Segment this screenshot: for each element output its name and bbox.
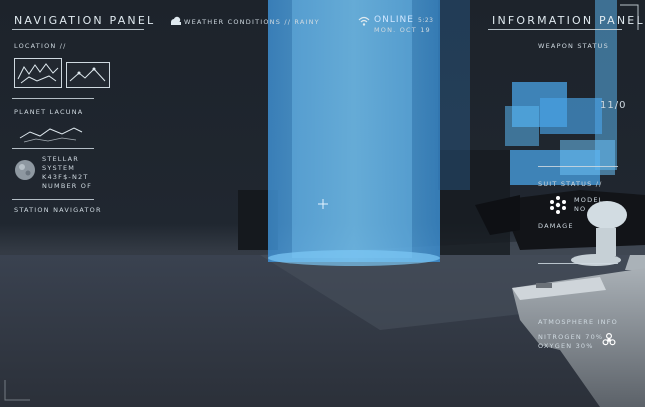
suit-divider (538, 263, 618, 264)
damage-label: DAMAGE (538, 222, 574, 230)
location-map-thumbnail[interactable] (14, 58, 62, 88)
clock-date: MON. OCT 19 (374, 26, 431, 34)
holo-panel-2 (540, 98, 602, 134)
wifi-icon (358, 16, 370, 26)
ammo-count: 11/0 (600, 100, 627, 111)
robot-head (587, 201, 627, 229)
crosshair-icon (318, 199, 328, 209)
weapon-divider (538, 166, 618, 167)
hologram-base (268, 250, 440, 266)
robot-neck (596, 228, 616, 256)
system-line-1: STELLAR (42, 155, 79, 163)
weather-conditions: WEATHER CONDITIONS // RAINY (184, 18, 320, 26)
location-label: LOCATION // (14, 42, 67, 50)
information-panel-title: INFORMATION PANEL (492, 14, 645, 27)
hologram-core (292, 0, 412, 258)
system-line-3: K43F$-N2T (42, 173, 89, 181)
location-divider (12, 98, 94, 99)
suit-model-icon (550, 196, 566, 214)
map-icon (17, 63, 59, 84)
online-status: ONLINE (374, 15, 414, 25)
oxygen-level: OXYGEN 30% (538, 342, 594, 350)
game-viewport: NAVIGATION PANEL LOCATION // PLANET LACU… (0, 0, 645, 407)
system-line-4: NUMBER OF (42, 182, 93, 190)
location-graph-thumbnail[interactable] (66, 62, 110, 88)
biohazard-icon (602, 333, 616, 346)
robot-base (571, 254, 621, 266)
weapon-status-label: WEAPON STATUS (538, 42, 609, 50)
holo-panel-3 (505, 106, 539, 146)
stellar-system-info: STELLAR SYSTEM K43F$-N2T NUMBER OF (42, 155, 92, 191)
system-divider (12, 199, 94, 200)
hologram-side-panel (438, 0, 470, 190)
suit-model-value: NO (574, 205, 587, 213)
atmosphere-info-label: ATMOSPHERE INFO (538, 318, 619, 326)
weapon-sight (536, 283, 552, 288)
system-line-2: SYSTEM (42, 164, 76, 172)
planet-divider (12, 148, 94, 149)
cloud-icon (171, 16, 181, 25)
information-title-underline (488, 29, 622, 30)
clock-time: 5:23 (418, 17, 434, 24)
navigation-title-underline (12, 29, 144, 30)
station-navigator-label[interactable]: STATION NAVIGATOR (14, 206, 102, 214)
planet-icon (15, 160, 35, 180)
planet-label: PLANET LACUNA (14, 108, 84, 116)
holo-panel-5 (560, 140, 615, 175)
suit-status-label: SUIT STATUS // (538, 180, 603, 188)
navigation-panel-title: NAVIGATION PANEL (14, 14, 156, 27)
planet-map-icon[interactable] (16, 120, 86, 146)
graph-icon (69, 67, 106, 82)
nitrogen-level: NITROGEN 70% (538, 333, 604, 341)
suit-model-label: MODEL (574, 196, 604, 204)
